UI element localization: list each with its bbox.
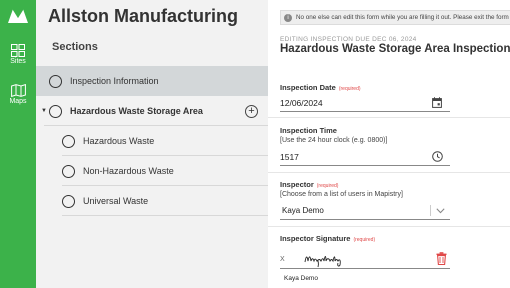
subsection-hazardous-waste[interactable]: Hazardous Waste <box>36 126 268 156</box>
inspection-time-hint: [Use the 24 hour clock (e.g. 0800)] <box>280 137 388 144</box>
required-marker: (required) <box>353 237 376 243</box>
inspection-date-input[interactable]: 12/06/2024 <box>280 98 323 108</box>
signature-line <box>280 268 450 269</box>
nav-sites-label: Sites <box>10 58 26 65</box>
calendar-icon[interactable] <box>432 97 442 108</box>
nav-sites[interactable]: Sites <box>0 44 36 65</box>
section-hazardous-waste-storage-area[interactable]: ▼ Hazardous Waste Storage Area + <box>36 96 268 126</box>
inspector-select-value[interactable]: Kaya Demo <box>282 206 324 215</box>
field-underline <box>280 165 450 166</box>
required-marker: (required) <box>338 86 361 92</box>
section-label: Universal Waste <box>83 196 149 206</box>
divider <box>268 117 510 118</box>
field-label-text: Inspector <box>280 180 314 189</box>
mapistry-logo[interactable] <box>7 6 29 24</box>
inspector-label: Inspector (required) <box>280 180 338 189</box>
signature-x-mark: X <box>280 256 285 263</box>
inspection-time-input[interactable]: 1517 <box>280 152 299 162</box>
section-label: Hazardous Waste Storage Area <box>70 106 203 116</box>
select-separator <box>430 205 431 216</box>
expand-caret-icon[interactable]: ▼ <box>40 108 48 114</box>
signature-name: Kaya Demo <box>284 275 318 282</box>
subsection-universal-waste[interactable]: Universal Waste <box>36 186 268 216</box>
required-marker: (required) <box>316 183 339 189</box>
section-label: Non-Hazardous Waste <box>83 166 174 176</box>
inspection-time-label: Inspection Time <box>280 126 337 135</box>
signature-image[interactable] <box>304 250 344 268</box>
edit-lock-banner: i No one else can edit this form while y… <box>280 10 510 25</box>
inspection-date-label: Inspection Date (required) <box>280 83 361 92</box>
status-circle-icon <box>49 74 62 88</box>
sections-heading: Sections <box>52 41 98 53</box>
clock-icon[interactable] <box>432 151 443 162</box>
sites-icon <box>11 44 25 57</box>
delete-trash-icon[interactable] <box>436 252 447 265</box>
section-label: Hazardous Waste <box>83 136 155 146</box>
chevron-down-icon[interactable] <box>436 208 445 214</box>
editing-subtitle: EDITING INSPECTION DUE DEC 06, 2024 <box>280 36 417 43</box>
status-circle-icon <box>49 104 62 118</box>
field-label-text: Inspection Date <box>280 83 336 92</box>
status-circle-icon <box>62 164 75 178</box>
nav-maps-label: Maps <box>9 98 27 105</box>
status-circle-icon <box>62 134 75 148</box>
banner-text: No one else can edit this form while you… <box>296 14 509 21</box>
field-label-text: Inspector Signature <box>280 234 351 243</box>
app-rail: Sites Maps <box>0 0 36 288</box>
company-name: Allston Manufacturing <box>48 6 238 26</box>
field-underline <box>280 111 450 112</box>
divider <box>62 215 268 216</box>
divider <box>268 226 510 227</box>
status-circle-icon <box>62 194 75 208</box>
section-inspection-information[interactable]: Inspection Information <box>36 66 268 96</box>
sections-panel: Allston Manufacturing Sections Inspectio… <box>36 0 268 288</box>
inspector-hint: [Choose from a list of users in Mapistry… <box>280 191 403 198</box>
divider <box>268 172 510 173</box>
nav-maps[interactable]: Maps <box>0 84 36 105</box>
section-label: Inspection Information <box>70 76 159 86</box>
form-title: Hazardous Waste Storage Area Inspection <box>280 43 510 55</box>
info-icon: i <box>284 13 292 22</box>
subsection-non-hazardous-waste[interactable]: Non-Hazardous Waste <box>36 156 268 186</box>
add-subsection-button[interactable]: + <box>245 105 258 118</box>
field-underline <box>280 219 450 220</box>
inspector-signature-label: Inspector Signature (required) <box>280 234 375 243</box>
map-icon <box>10 84 26 97</box>
inspection-form: i No one else can edit this form while y… <box>268 0 510 288</box>
